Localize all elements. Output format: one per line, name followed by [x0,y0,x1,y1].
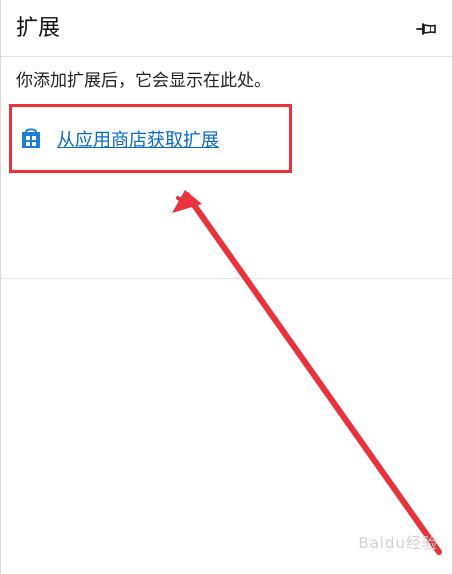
section-divider [1,278,452,279]
pin-icon[interactable] [414,17,438,41]
header-divider [1,56,452,57]
panel-header: 扩展 [1,0,452,55]
store-bag-icon [20,126,42,150]
store-link[interactable]: 从应用商店获取扩展 [57,129,219,153]
panel-title: 扩展 [16,16,61,41]
extensions-panel: 扩展 你添加扩展后，它会显示在此处。 从应用商店获取扩展 Baidu经验 [0,0,453,574]
store-link-row[interactable]: 从应用商店获取扩展 [9,104,292,173]
watermark: Baidu经验 [358,534,438,552]
empty-message: 你添加扩展后，它会显示在此处。 [16,71,271,91]
